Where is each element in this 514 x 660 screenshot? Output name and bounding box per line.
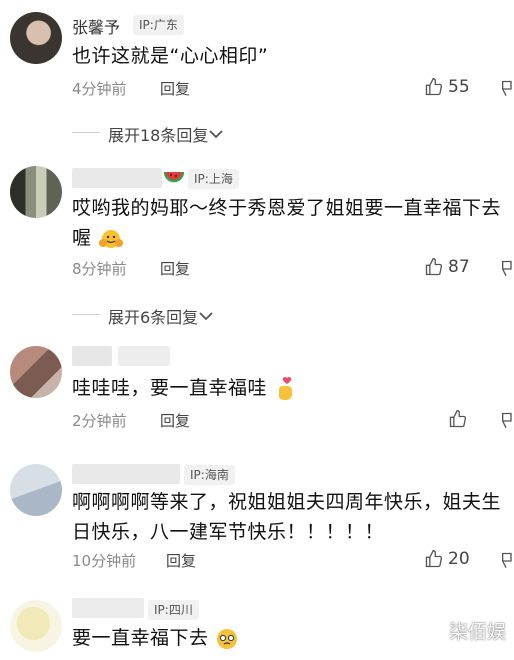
- comment-item: IP:四川 要一直幸福下去: [0, 592, 514, 660]
- thumbs-up-icon: [425, 77, 443, 96]
- watermark: 柒佰娱: [448, 621, 506, 643]
- comment-item: IP:海南 啊啊啊啊等来了，祝姐姐姐夫四周年快乐，姐夫生 日快乐，八一建军节快乐…: [0, 456, 514, 586]
- ip-location-badge: IP:广东: [133, 15, 184, 35]
- comment-text-line: 喔: [72, 222, 124, 254]
- comment-time: 8分钟前: [72, 260, 127, 278]
- comment-time: 2分钟前: [72, 412, 127, 430]
- thumbs-up-icon: [449, 409, 467, 428]
- comment-text-line: 哎哟我的妈耶～终于秀恩爱了姐姐要一直幸福下去: [72, 197, 502, 219]
- reply-button[interactable]: 回复: [160, 258, 190, 279]
- username[interactable]: 张馨予: [72, 14, 120, 38]
- ip-location-badge: IP:四川: [148, 600, 199, 620]
- blurred-username: [72, 464, 180, 484]
- avatar[interactable]: [10, 166, 62, 218]
- thumbs-up-icon: [425, 549, 443, 568]
- like-count: 55: [448, 77, 470, 97]
- hug-face-emoji-icon: [99, 229, 124, 248]
- like-button[interactable]: 87: [424, 257, 470, 277]
- reply-button[interactable]: 回复: [160, 410, 190, 431]
- comment-item: IP:上海 哎哟我的妈耶～终于秀恩爱了姐姐要一直幸福下去 喔 8分钟前 回复 8…: [0, 160, 514, 330]
- pleading-face-emoji-icon: [217, 628, 238, 649]
- expand-replies-label: 展开6条回复: [108, 308, 199, 327]
- avatar[interactable]: [10, 600, 62, 652]
- expand-replies-button[interactable]: 展开6条回复: [108, 304, 214, 328]
- like-count: 87: [448, 257, 470, 277]
- thumbs-down-icon[interactable]: [498, 411, 514, 431]
- avatar[interactable]: [10, 464, 62, 516]
- thumbs-down-icon[interactable]: [498, 259, 514, 279]
- expand-replies-button[interactable]: 展开18条回复: [108, 122, 224, 146]
- comment-text-line: 要一直幸福下去: [72, 622, 239, 654]
- divider: [72, 132, 100, 133]
- ip-location-badge: IP:海南: [184, 465, 235, 485]
- like-button[interactable]: [448, 409, 472, 429]
- thumbs-down-icon[interactable]: [498, 79, 514, 99]
- chevron-down-icon: [199, 312, 213, 321]
- reply-button[interactable]: 回复: [166, 550, 196, 571]
- reply-button[interactable]: 回复: [160, 78, 190, 99]
- like-count: 20: [448, 549, 470, 569]
- thumbs-up-icon: [425, 257, 443, 276]
- chevron-down-icon: [209, 130, 224, 139]
- blurred-username: [72, 598, 144, 618]
- comment-text-line: 啊啊啊啊等来了，祝姐姐姐夫四周年快乐，姐夫生: [72, 491, 502, 513]
- watermelon-icon: [164, 171, 184, 183]
- blurred-username: [72, 168, 162, 188]
- like-button[interactable]: 55: [424, 77, 470, 97]
- thumbs-down-icon[interactable]: [498, 551, 514, 571]
- ip-location-badge: IP:上海: [188, 169, 239, 189]
- finger-heart-emoji-icon: [278, 376, 292, 400]
- comment-text: 也许这就是“心心相印”: [72, 45, 269, 67]
- like-button[interactable]: 20: [424, 549, 470, 569]
- comment-text-line: 哇哇哇，要一直幸福哇: [72, 372, 296, 404]
- comment-time: 10分钟前: [72, 552, 137, 570]
- comment-text-line: 日快乐，八一建军节快乐！！！！！: [72, 521, 385, 543]
- comment-item: 哇哇哇，要一直幸福哇 2分钟前 回复: [0, 338, 514, 448]
- divider: [72, 314, 100, 315]
- blurred-username: [72, 346, 112, 366]
- expand-replies-label: 展开18条回复: [108, 126, 209, 145]
- avatar[interactable]: [10, 12, 62, 64]
- blurred-username: [118, 346, 170, 366]
- comment-item: 张馨予 IP:广东 也许这就是“心心相印” 4分钟前 回复 55 展开18条回复: [0, 0, 514, 160]
- comment-time: 4分钟前: [72, 80, 127, 98]
- avatar[interactable]: [10, 346, 62, 398]
